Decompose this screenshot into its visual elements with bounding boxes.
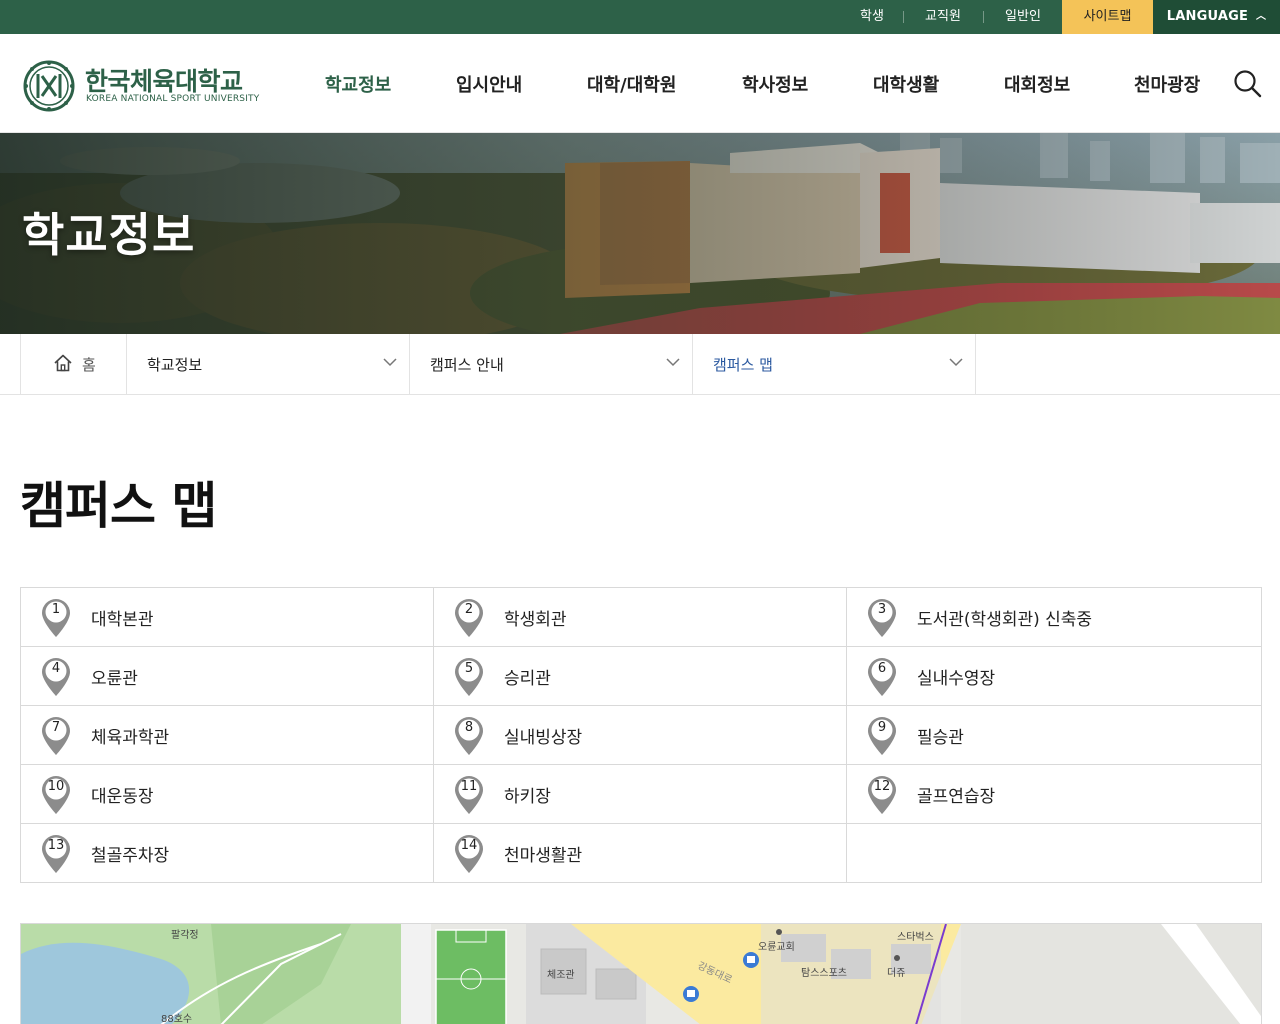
hero-title: 학교정보 bbox=[22, 208, 196, 262]
building-name: 실내빙상장 bbox=[504, 728, 583, 748]
gnb-item-college[interactable]: 대학/대학원 bbox=[587, 71, 676, 97]
gnb-item-plaza[interactable]: 천마광장 bbox=[1134, 71, 1200, 97]
building-name: 대학본관 bbox=[91, 610, 154, 630]
breadcrumb-home-label: 홈 bbox=[82, 356, 96, 374]
gnb-item-competition[interactable]: 대회정보 bbox=[1004, 71, 1070, 97]
building-name: 체육과학관 bbox=[91, 728, 170, 748]
util-link-student[interactable]: 학생 bbox=[842, 0, 902, 34]
building-item-1[interactable]: 1 대학본관 bbox=[21, 588, 434, 647]
chevron-down-icon bbox=[383, 358, 397, 367]
home-icon bbox=[54, 354, 72, 372]
building-item-14[interactable]: 14 천마생활관 bbox=[434, 824, 847, 883]
building-name: 승리관 bbox=[504, 669, 551, 689]
building-item-13[interactable]: 13 철골주차장 bbox=[21, 824, 434, 883]
building-number: 3 bbox=[877, 602, 887, 617]
building-name: 필승관 bbox=[917, 728, 964, 748]
gnb-item-school-info[interactable]: 학교정보 bbox=[325, 71, 391, 97]
university-logo[interactable]: 한국체육대학교 KOREA NATIONAL SPORT UNIVERSITY bbox=[22, 60, 262, 112]
building-name: 골프연습장 bbox=[917, 787, 996, 807]
building-name: 학생회관 bbox=[504, 610, 567, 630]
language-dropdown[interactable]: LANGUAGE ︿ bbox=[1153, 0, 1280, 34]
campus-map[interactable]: 팔각정 88호수 체조관 오륜교회 탐스스포츠 스타벅스 더쥬 강동대로 bbox=[20, 923, 1262, 1024]
gnb-item-admission[interactable]: 입시안내 bbox=[456, 71, 522, 97]
building-item-3[interactable]: 3 도서관(학생회관) 신축중 bbox=[847, 588, 1261, 647]
util-link-sitemap[interactable]: 사이트맵 bbox=[1062, 0, 1153, 34]
building-number: 11 bbox=[460, 779, 478, 794]
map-label-palgakjeong: 팔각정 bbox=[171, 930, 199, 941]
breadcrumb-dropdown-level3[interactable]: 캠퍼스 맵 bbox=[693, 334, 976, 394]
building-item-6[interactable]: 6 실내수영장 bbox=[847, 647, 1261, 706]
campus-map-image bbox=[21, 924, 1261, 1024]
building-item-8[interactable]: 8 실내빙상장 bbox=[434, 706, 847, 765]
gnb-item-academic[interactable]: 학사정보 bbox=[742, 71, 808, 97]
building-number: 2 bbox=[464, 602, 474, 617]
building-number: 6 bbox=[877, 661, 887, 676]
building-number: 12 bbox=[873, 779, 891, 794]
building-item-9[interactable]: 9 필승관 bbox=[847, 706, 1261, 765]
building-number: 1 bbox=[51, 602, 61, 617]
building-item-11[interactable]: 11 하키장 bbox=[434, 765, 847, 824]
building-name: 도서관(학생회관) 신축중 bbox=[917, 610, 1093, 630]
building-list: 1 대학본관 2 학생회관 3 도서관(학생회관) 신축중 4 오륜관 5 승리… bbox=[20, 587, 1262, 883]
logo-name-english: KOREA NATIONAL SPORT UNIVERSITY bbox=[86, 94, 260, 104]
building-name: 하키장 bbox=[504, 787, 551, 807]
map-label-dejue: 더쥬 bbox=[887, 968, 906, 979]
building-number: 7 bbox=[51, 720, 61, 735]
breadcrumb-level2-label: 캠퍼스 안내 bbox=[430, 356, 504, 374]
building-number: 10 bbox=[47, 779, 65, 794]
map-label-starbucks: 스타벅스 bbox=[897, 932, 934, 943]
gnb-item-campus-life[interactable]: 대학생활 bbox=[873, 71, 939, 97]
language-label: LANGUAGE bbox=[1166, 9, 1249, 24]
breadcrumb-home[interactable]: 홈 bbox=[20, 334, 127, 394]
chevron-down-icon bbox=[949, 358, 963, 367]
building-name: 대운동장 bbox=[91, 787, 154, 807]
site-header: 한국체육대학교 KOREA NATIONAL SPORT UNIVERSITY … bbox=[0, 34, 1280, 133]
map-label-oryun-church: 오륜교회 bbox=[758, 942, 795, 953]
building-number: 9 bbox=[877, 720, 887, 735]
emblem-icon bbox=[23, 60, 75, 112]
building-number: 8 bbox=[464, 720, 474, 735]
map-label-chejogwan: 체조관 bbox=[547, 970, 575, 981]
search-icon[interactable] bbox=[1232, 68, 1262, 98]
breadcrumb-level3-label: 캠퍼스 맵 bbox=[713, 356, 773, 374]
building-name: 실내수영장 bbox=[917, 669, 996, 689]
page-title: 캠퍼스 맵 bbox=[20, 477, 217, 535]
building-number: 5 bbox=[464, 661, 474, 676]
chevron-down-icon bbox=[666, 358, 680, 367]
building-item-empty bbox=[847, 824, 1261, 883]
building-number: 14 bbox=[460, 838, 478, 853]
building-item-7[interactable]: 7 체육과학관 bbox=[21, 706, 434, 765]
building-item-12[interactable]: 12 골프연습장 bbox=[847, 765, 1261, 824]
breadcrumb: 홈 학교정보 캠퍼스 안내 캠퍼스 맵 bbox=[0, 334, 1280, 395]
building-number: 13 bbox=[47, 838, 65, 853]
building-name: 천마생활관 bbox=[504, 846, 583, 866]
building-item-4[interactable]: 4 오륜관 bbox=[21, 647, 434, 706]
building-name: 철골주차장 bbox=[91, 846, 170, 866]
logo-name-korean: 한국체육대학교 bbox=[85, 67, 243, 96]
map-label-88hosu: 88호수 bbox=[161, 1014, 193, 1024]
building-item-2[interactable]: 2 학생회관 bbox=[434, 588, 847, 647]
building-item-10[interactable]: 10 대운동장 bbox=[21, 765, 434, 824]
breadcrumb-level1-label: 학교정보 bbox=[147, 356, 203, 374]
util-link-staff[interactable]: 교직원 bbox=[903, 0, 983, 34]
breadcrumb-dropdown-level1[interactable]: 학교정보 bbox=[127, 334, 410, 394]
util-link-public[interactable]: 일반인 bbox=[983, 0, 1063, 34]
building-number: 4 bbox=[51, 661, 61, 676]
building-name: 오륜관 bbox=[91, 669, 138, 689]
utility-bar: 학생 교직원 일반인 사이트맵 LANGUAGE ︿ bbox=[0, 0, 1280, 34]
building-item-5[interactable]: 5 승리관 bbox=[434, 647, 847, 706]
hero-banner: 학교정보 bbox=[0, 133, 1280, 334]
breadcrumb-dropdown-level2[interactable]: 캠퍼스 안내 bbox=[410, 334, 693, 394]
chevron-up-icon: ︿ bbox=[1256, 11, 1267, 22]
map-label-tams-sports: 탐스스포츠 bbox=[801, 968, 847, 979]
